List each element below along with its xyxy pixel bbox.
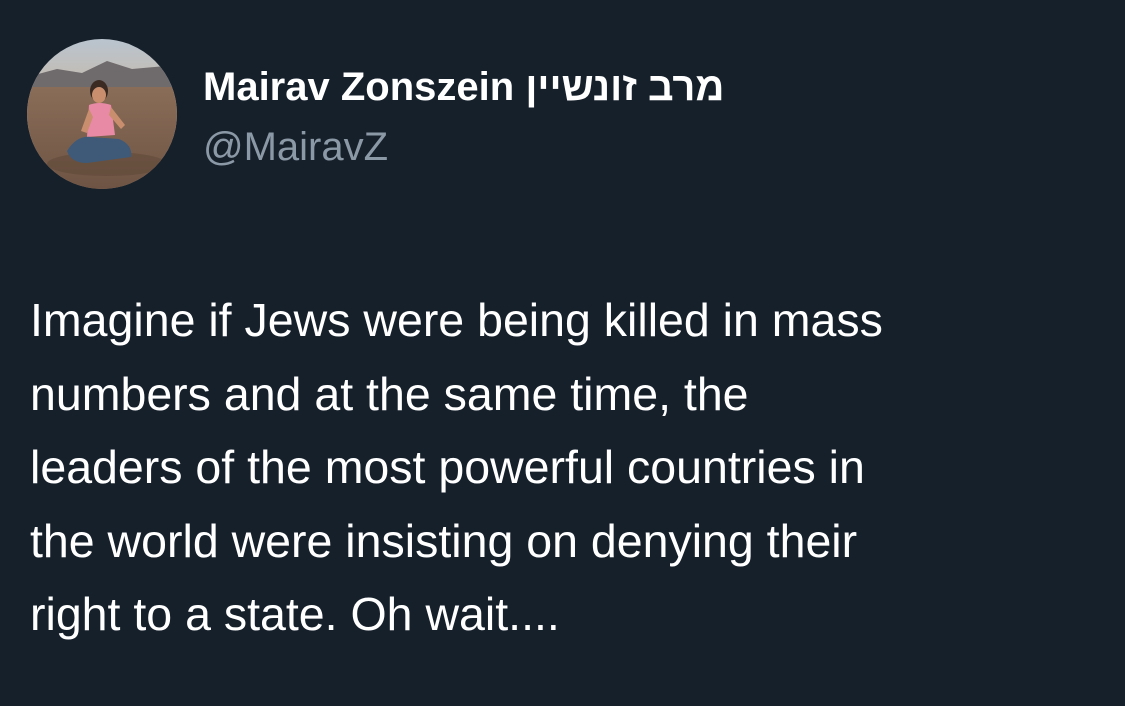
- tweet-card: Mairav Zonszein מרב זונשיין @MairavZ Ima…: [0, 0, 1125, 706]
- author-handle[interactable]: @MairavZ: [203, 124, 388, 170]
- tweet-text-line: leaders of the most powerful countries i…: [30, 441, 865, 493]
- tweet-text-line: right to a state. Oh wait....: [30, 588, 560, 640]
- author-avatar[interactable]: [27, 39, 177, 189]
- tweet-text-line: numbers and at the same time, the: [30, 367, 749, 420]
- tweet-text-line: Imagine if Jews were being killed in mas…: [30, 294, 883, 346]
- tweet-text-line: the world were insisting on denying thei…: [30, 514, 858, 567]
- author-display-name[interactable]: Mairav Zonszein מרב זונשיין: [203, 64, 724, 110]
- tweet-text: Imagine if Jews were being killed in mas…: [30, 284, 1100, 652]
- profile-photo-avatar: [27, 39, 177, 189]
